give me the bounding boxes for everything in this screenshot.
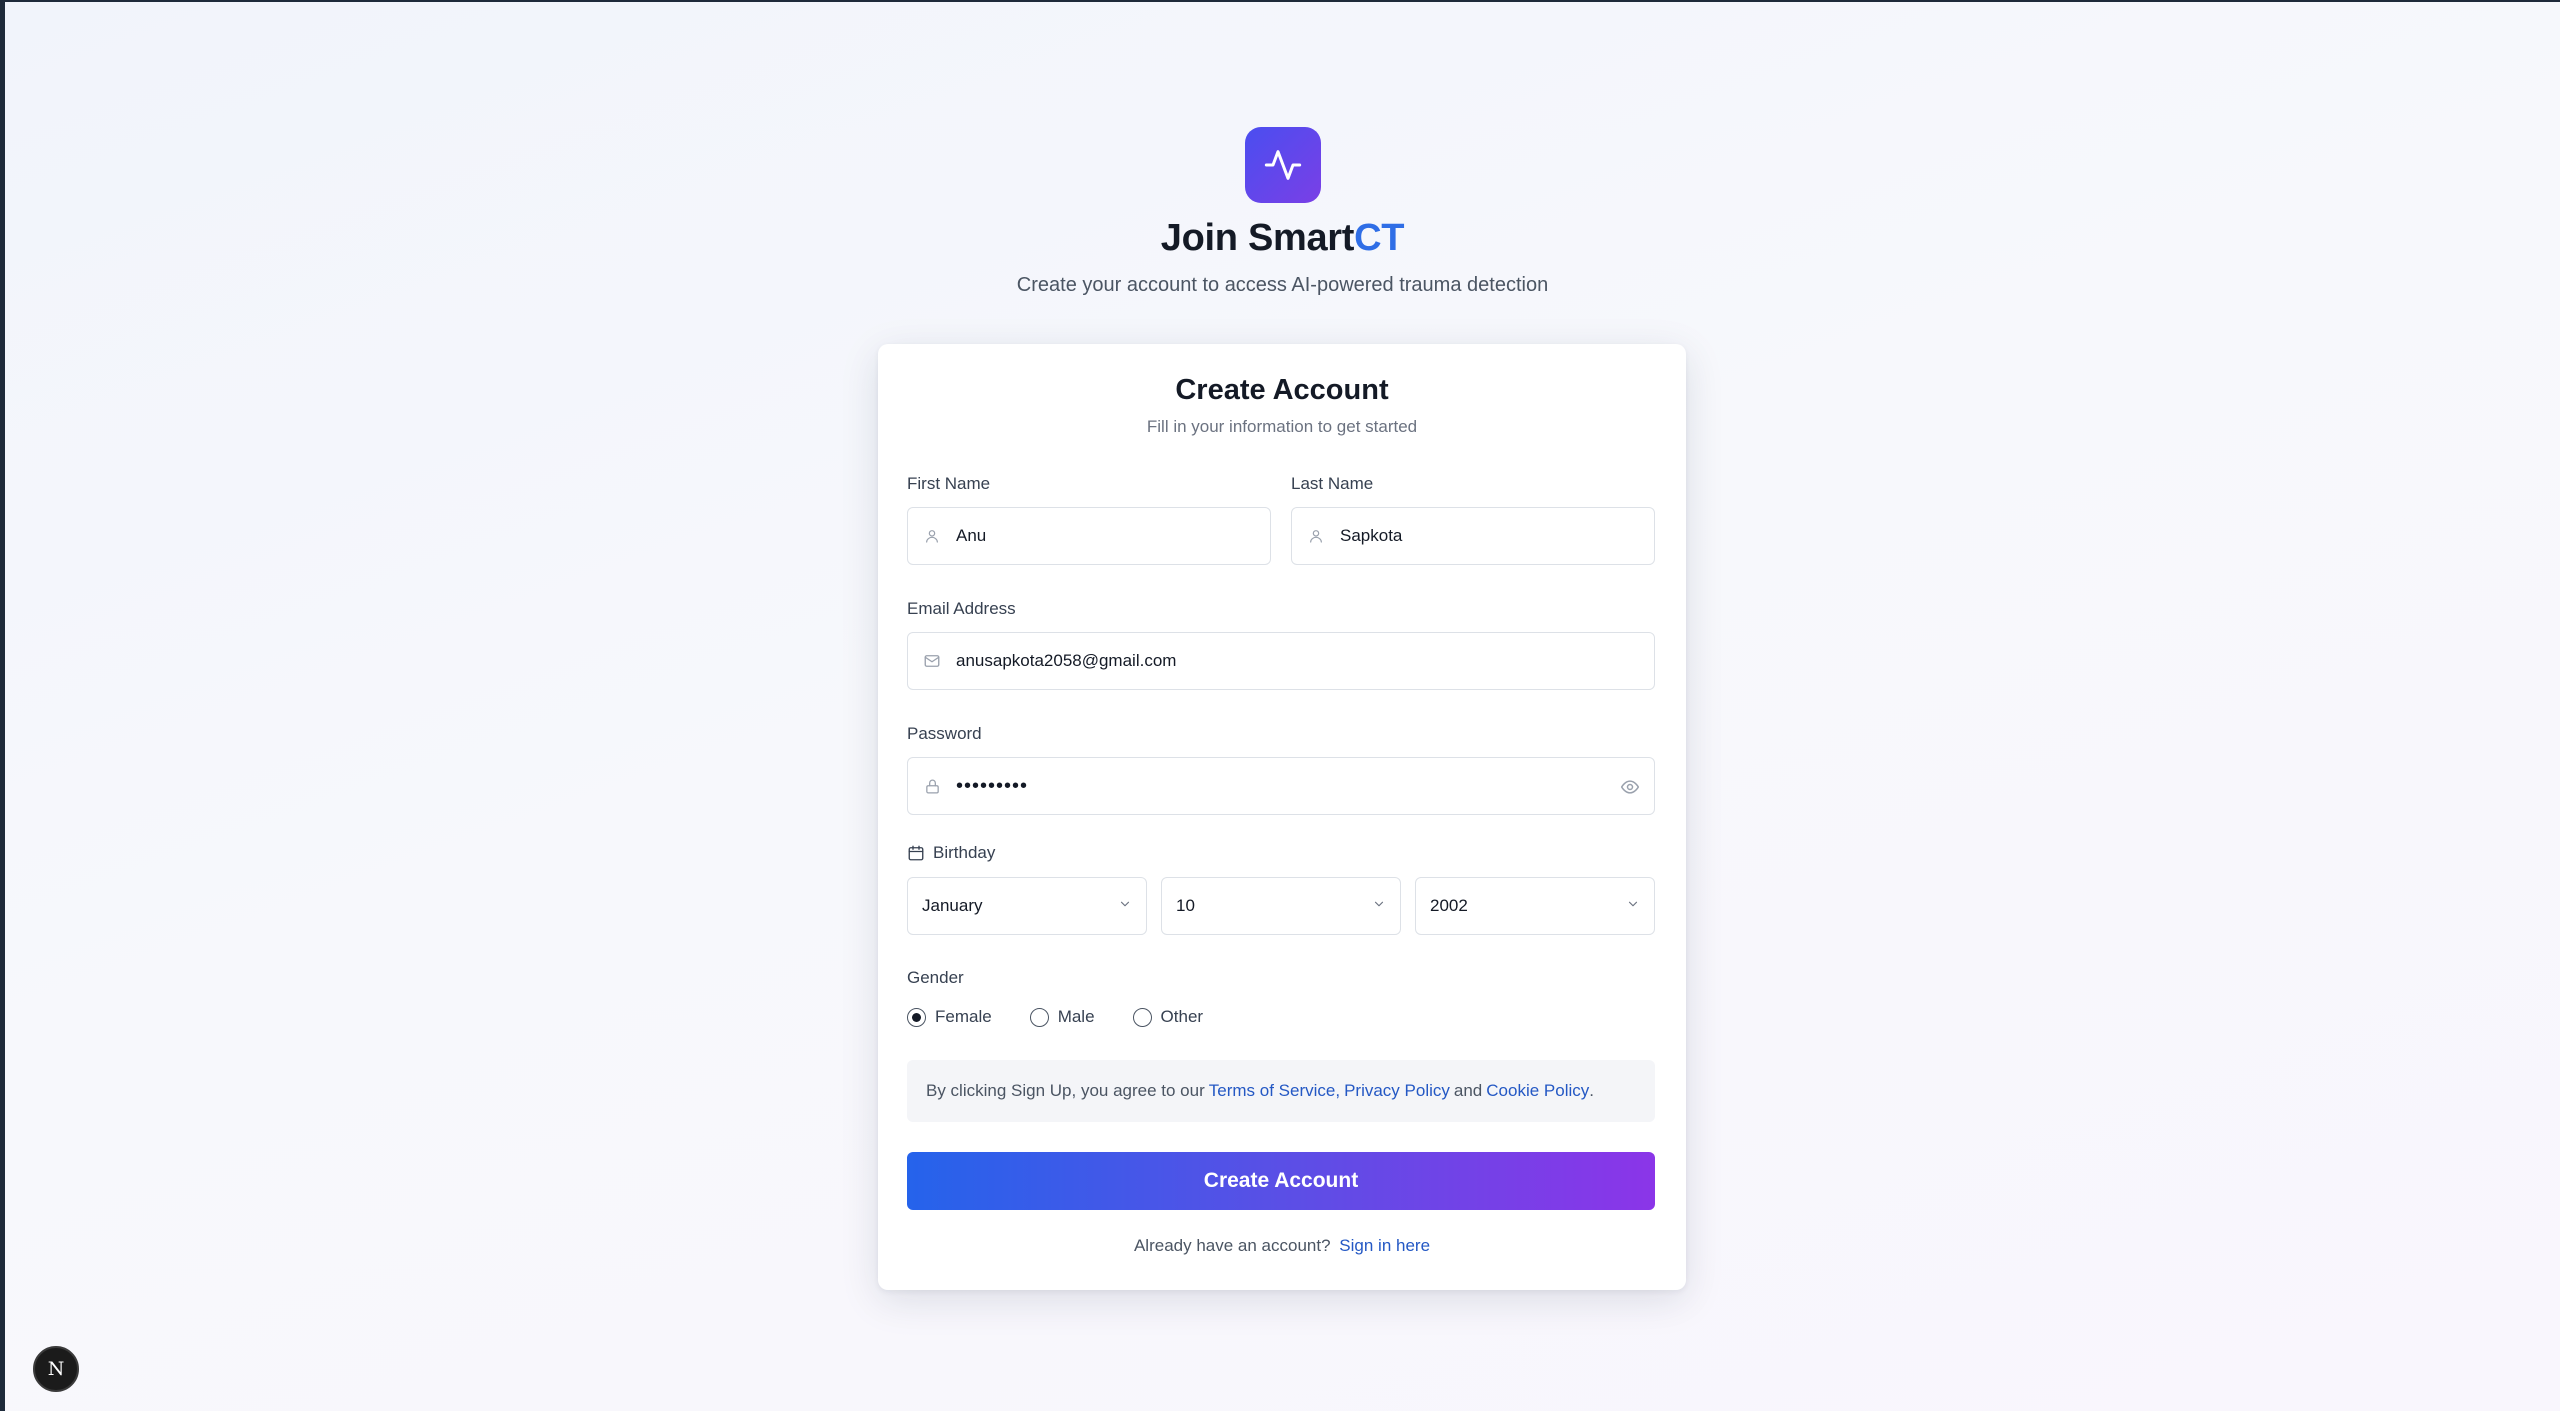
gender-option-label: Female: [935, 1007, 992, 1026]
title-prefix: Join Smart: [1160, 217, 1355, 259]
privacy-policy-link[interactable]: Privacy Policy: [1344, 1081, 1450, 1101]
signin-prompt-text: Already have an account?: [1133, 1236, 1331, 1255]
dev-tools-badge[interactable]: N: [33, 1346, 79, 1392]
create-account-button[interactable]: Create Account: [907, 1152, 1655, 1210]
page-header: Join SmartCT Create your account to acce…: [5, 127, 2560, 297]
radio-button[interactable]: [1029, 1007, 1049, 1027]
card-title: Create Account: [1175, 374, 1389, 406]
last-name-label: Last Name: [1291, 474, 1374, 493]
terms-and: and: [1453, 1081, 1483, 1100]
page-viewport: Join SmartCT Create your account to acce…: [5, 2, 2560, 1411]
first-name-label: First Name: [907, 474, 991, 493]
signin-prompt: Already have an account? Sign in here: [878, 1236, 1686, 1256]
email-label: Email Address: [907, 599, 1016, 618]
birthday-year-value: 2002: [1430, 896, 1468, 915]
email-value[interactable]: anusapkota2058@gmail.com: [956, 651, 1176, 671]
activity-icon: [1244, 127, 1321, 203]
password-label: Password: [907, 724, 982, 743]
lock-icon: [922, 776, 942, 796]
first-name-field[interactable]: Anu: [907, 507, 1271, 565]
gender-option-other[interactable]: Other: [1132, 1007, 1204, 1027]
gender-option-female[interactable]: Female: [907, 1007, 992, 1027]
gender-radio-group: Female Male Other: [907, 1007, 1241, 1027]
radio-selected-dot: [912, 1012, 921, 1022]
chevron-down-icon: [1118, 897, 1132, 916]
terms-of-service-link[interactable]: Terms of Service,: [1209, 1081, 1340, 1101]
card-subtitle: Fill in your information to get started: [1146, 417, 1418, 436]
eye-icon[interactable]: [1620, 777, 1640, 797]
birthday-label: Birthday: [907, 843, 995, 863]
gender-option-male[interactable]: Male: [1029, 1007, 1095, 1027]
chevron-down-icon: [1372, 897, 1386, 916]
title-accent: CT: [1354, 217, 1405, 259]
signin-link[interactable]: Sign in here: [1339, 1236, 1430, 1255]
gender-label: Gender: [907, 968, 964, 987]
user-icon: [1306, 526, 1326, 546]
first-name-value[interactable]: Anu: [956, 526, 986, 546]
birthday-month-select[interactable]: January: [907, 877, 1147, 935]
birthday-day-select[interactable]: 10: [1161, 877, 1401, 935]
dev-badge-label: N: [47, 1358, 65, 1380]
radio-button[interactable]: [907, 1007, 926, 1027]
password-value[interactable]: •••••••••: [956, 775, 1028, 798]
mail-icon: [922, 651, 942, 671]
user-icon: [922, 526, 942, 546]
gender-option-label: Other: [1160, 1007, 1204, 1026]
last-name-value[interactable]: Sapkota: [1340, 526, 1402, 546]
chevron-down-icon: [1626, 897, 1640, 916]
last-name-field[interactable]: Sapkota: [1291, 507, 1655, 565]
gender-option-label: Male: [1057, 1007, 1095, 1026]
birthday-label-text: Birthday: [933, 843, 996, 862]
birthday-year-select[interactable]: 2002: [1415, 877, 1655, 935]
radio-button[interactable]: [1132, 1007, 1152, 1027]
page-title: Join SmartCT: [5, 217, 2560, 260]
terms-prefix: By clicking Sign Up, you agree to our: [926, 1081, 1205, 1100]
cookie-policy-link[interactable]: Cookie Policy: [1486, 1081, 1589, 1101]
birthday-day-value: 10: [1176, 896, 1195, 915]
calendar-icon: [907, 844, 925, 862]
terms-suffix: .: [1589, 1081, 1594, 1100]
password-field[interactable]: •••••••••: [907, 757, 1655, 815]
email-field[interactable]: anusapkota2058@gmail.com: [907, 632, 1655, 690]
page-subtitle: Create your account to access AI-powered…: [1016, 274, 1549, 296]
signup-card: Create Account Fill in your information …: [878, 344, 1686, 1290]
birthday-month-value: January: [922, 896, 983, 915]
terms-notice: By clicking Sign Up, you agree to our Te…: [907, 1060, 1655, 1122]
